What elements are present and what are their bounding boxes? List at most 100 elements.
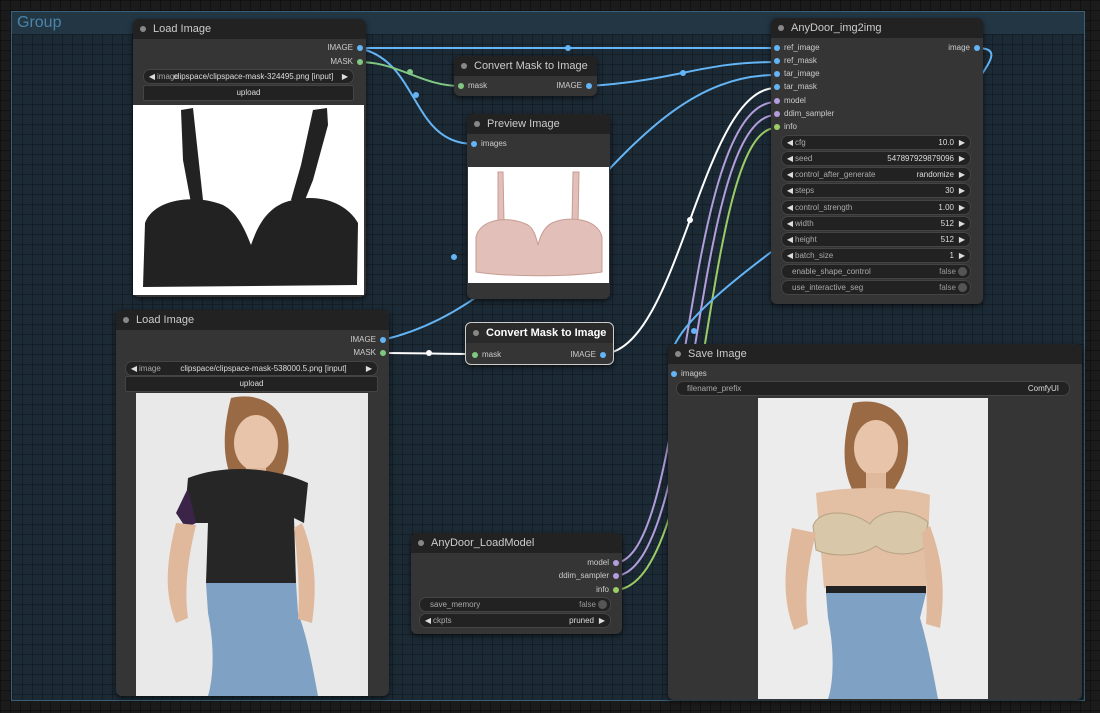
right-arrow-icon[interactable]: ▶ xyxy=(364,362,374,375)
right-arrow-icon[interactable]: ▶ xyxy=(957,249,967,262)
upload-button[interactable]: upload xyxy=(143,85,354,101)
right-arrow-icon[interactable]: ▶ xyxy=(957,201,967,214)
slot-dot-icon[interactable] xyxy=(774,58,780,64)
node-dot-icon[interactable] xyxy=(473,330,479,336)
anydoor-loadmodel-node[interactable]: AnyDoor_LoadModel model ddim_sampler inf… xyxy=(411,533,622,634)
left-arrow-icon[interactable]: ◀ xyxy=(785,217,795,230)
node-dot-icon[interactable] xyxy=(140,26,146,32)
widget-control-strength[interactable]: ◀ control_strength 1.00 ▶ xyxy=(781,200,971,215)
right-arrow-icon[interactable]: ▶ xyxy=(957,168,967,181)
widget-cfg[interactable]: ◀ cfg 10.0 ▶ xyxy=(781,135,971,150)
convert-mask-node-2[interactable]: Convert Mask to Image mask IMAGE xyxy=(465,322,614,365)
right-arrow-icon[interactable]: ▶ xyxy=(957,233,967,246)
left-arrow-icon[interactable]: ◀ xyxy=(785,233,795,246)
widget-control-after-generate[interactable]: ◀ control_after_generate randomize ▶ xyxy=(781,167,971,182)
output-image[interactable]: image xyxy=(948,42,980,54)
node-dot-icon[interactable] xyxy=(474,121,480,127)
convert-mask-node-1[interactable]: Convert Mask to Image mask IMAGE xyxy=(454,56,597,96)
node-dot-icon[interactable] xyxy=(123,317,129,323)
slot-dot-icon[interactable] xyxy=(357,59,363,65)
input-images[interactable]: images xyxy=(671,368,707,380)
output-image[interactable]: IMAGE xyxy=(570,349,606,361)
widget-height[interactable]: ◀ height 512 ▶ xyxy=(781,232,971,247)
right-arrow-icon[interactable]: ▶ xyxy=(957,152,967,165)
node-dot-icon[interactable] xyxy=(461,63,467,69)
left-arrow-icon[interactable]: ◀ xyxy=(423,614,433,627)
input-images[interactable]: images xyxy=(471,138,507,150)
anydoor-img2img-node[interactable]: AnyDoor_img2img ref_image ref_mask tar_i… xyxy=(771,18,983,304)
output-image[interactable]: IMAGE xyxy=(350,334,386,346)
toggle-knob-icon[interactable] xyxy=(958,267,967,276)
node-title[interactable]: Save Image xyxy=(668,344,1082,364)
input-mask[interactable]: mask xyxy=(472,349,501,361)
slot-dot-icon[interactable] xyxy=(774,71,780,77)
slot-dot-icon[interactable] xyxy=(774,124,780,130)
output-mask[interactable]: MASK xyxy=(330,56,363,68)
image-combo[interactable]: ◀ image clipspace/clipspace-mask-324495.… xyxy=(143,69,354,84)
image-combo[interactable]: ◀ image clipspace/clipspace-mask-538000.… xyxy=(125,361,378,376)
widget-steps[interactable]: ◀ steps 30 ▶ xyxy=(781,183,971,198)
output-model[interactable]: model xyxy=(587,557,619,569)
slot-dot-icon[interactable] xyxy=(671,371,677,377)
input-ddim-sampler[interactable]: ddim_sampler xyxy=(774,108,834,120)
node-dot-icon[interactable] xyxy=(675,351,681,357)
node-title[interactable]: Convert Mask to Image xyxy=(466,323,613,343)
right-arrow-icon[interactable]: ▶ xyxy=(957,136,967,149)
left-arrow-icon[interactable]: ◀ xyxy=(785,249,795,262)
upload-button[interactable]: upload xyxy=(125,376,378,392)
load-image-node-2[interactable]: Load Image IMAGE MASK ◀ image clipspace/… xyxy=(116,310,389,696)
load-image-node-1[interactable]: Load Image IMAGE MASK ◀ image clipspace/… xyxy=(133,19,366,297)
slot-dot-icon[interactable] xyxy=(472,352,478,358)
node-title[interactable]: Load Image xyxy=(133,19,366,39)
slot-dot-icon[interactable] xyxy=(458,83,464,89)
slot-dot-icon[interactable] xyxy=(600,352,606,358)
input-model[interactable]: model xyxy=(774,95,806,107)
input-ref-image[interactable]: ref_image xyxy=(774,42,820,54)
output-info[interactable]: info xyxy=(596,584,619,596)
input-tar-mask[interactable]: tar_mask xyxy=(774,81,817,93)
widget-batch-size[interactable]: ◀ batch_size 1 ▶ xyxy=(781,248,971,263)
node-dot-icon[interactable] xyxy=(778,25,784,31)
node-title[interactable]: Convert Mask to Image xyxy=(454,56,597,76)
input-tar-image[interactable]: tar_image xyxy=(774,68,820,80)
left-arrow-icon[interactable]: ◀ xyxy=(147,70,157,83)
node-title[interactable]: Load Image xyxy=(116,310,389,330)
left-arrow-icon[interactable]: ◀ xyxy=(785,184,795,197)
slot-dot-icon[interactable] xyxy=(774,111,780,117)
toggle-knob-icon[interactable] xyxy=(598,600,607,609)
output-mask[interactable]: MASK xyxy=(353,347,386,359)
left-arrow-icon[interactable]: ◀ xyxy=(785,168,795,181)
slot-dot-icon[interactable] xyxy=(586,83,592,89)
right-arrow-icon[interactable]: ▶ xyxy=(340,70,350,83)
toggle-knob-icon[interactable] xyxy=(958,283,967,292)
right-arrow-icon[interactable]: ▶ xyxy=(957,217,967,230)
widget-width[interactable]: ◀ width 512 ▶ xyxy=(781,216,971,231)
slot-dot-icon[interactable] xyxy=(774,45,780,51)
slot-dot-icon[interactable] xyxy=(471,141,477,147)
input-info[interactable]: info xyxy=(774,121,797,133)
input-ref-mask[interactable]: ref_mask xyxy=(774,55,817,67)
output-ddim-sampler[interactable]: ddim_sampler xyxy=(559,570,619,582)
preview-image-node[interactable]: Preview Image images xyxy=(467,114,610,299)
toggle-use-interactive-seg[interactable]: use_interactive_seg false xyxy=(781,280,971,295)
slot-dot-icon[interactable] xyxy=(380,350,386,356)
right-arrow-icon[interactable]: ▶ xyxy=(957,184,967,197)
output-image[interactable]: IMAGE xyxy=(556,80,592,92)
combo-ckpts[interactable]: ◀ ckpts pruned ▶ xyxy=(419,613,611,628)
slot-dot-icon[interactable] xyxy=(357,45,363,51)
right-arrow-icon[interactable]: ▶ xyxy=(597,614,607,627)
slot-dot-icon[interactable] xyxy=(613,560,619,566)
left-arrow-icon[interactable]: ◀ xyxy=(129,362,139,375)
slot-dot-icon[interactable] xyxy=(974,45,980,51)
node-title[interactable]: AnyDoor_LoadModel xyxy=(411,533,622,553)
save-image-node[interactable]: Save Image images filename_prefix ComfyU… xyxy=(668,344,1082,700)
output-image[interactable]: IMAGE xyxy=(327,42,363,54)
slot-dot-icon[interactable] xyxy=(613,573,619,579)
widget-seed[interactable]: ◀ seed 547897929879096 ▶ xyxy=(781,151,971,166)
left-arrow-icon[interactable]: ◀ xyxy=(785,152,795,165)
toggle-enable-shape-control[interactable]: enable_shape_control false xyxy=(781,264,971,279)
filename-prefix-field[interactable]: filename_prefix ComfyUI xyxy=(676,381,1070,396)
slot-dot-icon[interactable] xyxy=(774,84,780,90)
slot-dot-icon[interactable] xyxy=(380,337,386,343)
slot-dot-icon[interactable] xyxy=(613,587,619,593)
